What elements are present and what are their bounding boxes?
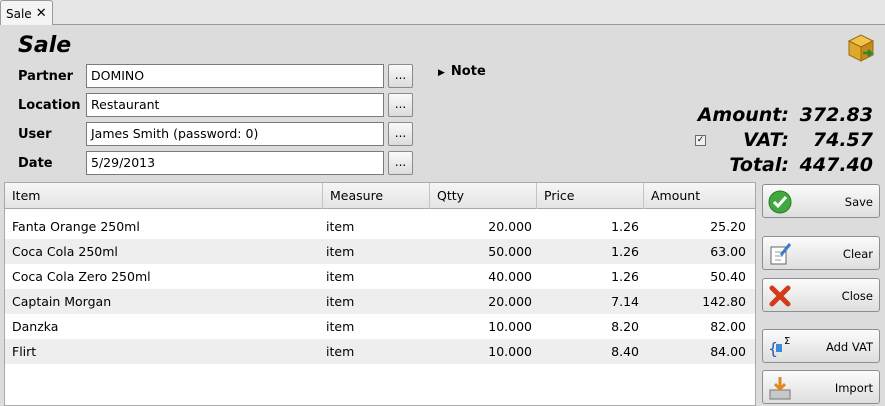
- clear-label: Clear: [842, 247, 873, 261]
- cell-item: Captain Morgan: [12, 294, 112, 309]
- user-field[interactable]: James Smith (password: 0): [86, 122, 384, 146]
- cell-qtty: 40.000: [488, 269, 532, 284]
- cell-amount: 82.00: [710, 319, 746, 334]
- items-table[interactable]: Item Measure Qtty Price Amount Fanta Ora…: [4, 182, 756, 406]
- amount-label: Amount:: [697, 104, 789, 126]
- date-label: Date: [18, 156, 53, 171]
- import-button[interactable]: Import: [762, 370, 880, 404]
- partner-label: Partner: [18, 69, 74, 84]
- cell-item: Coca Cola Zero 250ml: [12, 269, 151, 284]
- table-row[interactable]: Flirt item 10.000 8.40 84.00: [5, 339, 755, 364]
- vat-value: 74.57: [812, 129, 873, 151]
- cell-price: 7.14: [611, 294, 639, 309]
- edit-document-icon: [770, 243, 792, 265]
- close-x-icon: [769, 285, 791, 307]
- column-header-item[interactable]: Item: [5, 183, 323, 209]
- cell-measure: item: [326, 219, 355, 234]
- table-row[interactable]: Captain Morgan item 20.000 7.14 142.80: [5, 289, 755, 314]
- close-label: Close: [841, 289, 873, 303]
- tab-sale[interactable]: Sale ✕: [0, 0, 53, 26]
- amount-value: 372.83: [799, 104, 873, 126]
- location-browse-button[interactable]: ...: [388, 93, 413, 117]
- amount-total: Amount: 372.83: [698, 104, 873, 126]
- table-header: Item Measure Qtty Price Amount: [5, 183, 755, 209]
- cell-item: Coca Cola 250ml: [12, 244, 118, 259]
- cell-measure: item: [326, 294, 355, 309]
- add-vat-button[interactable]: { Σ Add VAT: [762, 329, 880, 363]
- formula-sigma-icon: { Σ: [768, 336, 790, 358]
- table-row[interactable]: Fanta Orange 250ml item 20.000 1.26 25.2…: [5, 214, 755, 239]
- partner-field[interactable]: DOMINO: [86, 64, 384, 88]
- table-row[interactable]: Coca Cola 250ml item 50.000 1.26 63.00: [5, 239, 755, 264]
- tab-label: Sale: [6, 6, 32, 21]
- cell-measure: item: [326, 269, 355, 284]
- cell-qtty: 50.000: [488, 244, 532, 259]
- svg-text:Σ: Σ: [784, 336, 790, 347]
- partner-browse-button[interactable]: ...: [388, 64, 413, 88]
- cell-price: 1.26: [611, 219, 639, 234]
- cell-qtty: 20.000: [488, 219, 532, 234]
- cell-qtty: 20.000: [488, 294, 532, 309]
- checkmark-icon: [768, 190, 792, 214]
- vat-label: VAT:: [743, 129, 789, 151]
- location-field[interactable]: Restaurant: [86, 93, 384, 117]
- save-button[interactable]: Save: [762, 184, 880, 218]
- import-label: Import: [834, 381, 873, 395]
- cell-amount: 142.80: [702, 294, 746, 309]
- cell-price: 1.26: [611, 244, 639, 259]
- user-browse-button[interactable]: ...: [388, 122, 413, 146]
- cell-item: Flirt: [12, 344, 37, 359]
- table-row[interactable]: Danzka item 10.000 8.20 82.00: [5, 314, 755, 339]
- close-icon[interactable]: ✕: [36, 6, 47, 21]
- column-header-measure[interactable]: Measure: [323, 183, 430, 209]
- date-browse-button[interactable]: ...: [388, 151, 413, 175]
- add-vat-label: Add VAT: [825, 340, 873, 354]
- cell-price: 8.40: [611, 344, 639, 359]
- column-header-price[interactable]: Price: [537, 183, 644, 209]
- location-label: Location: [18, 98, 81, 113]
- close-button[interactable]: Close: [762, 278, 880, 312]
- sale-panel: Sale Partner DOMINO ... Location Restaur…: [0, 25, 885, 406]
- cell-amount: 84.00: [710, 344, 746, 359]
- clear-button[interactable]: Clear: [762, 236, 880, 270]
- cell-measure: item: [326, 319, 355, 334]
- cell-qtty: 10.000: [488, 319, 532, 334]
- cell-item: Fanta Orange 250ml: [12, 219, 140, 234]
- cell-amount: 25.20: [710, 219, 746, 234]
- cell-measure: item: [326, 344, 355, 359]
- note-expander[interactable]: ▶ Note: [438, 64, 486, 79]
- triangle-right-icon: ▶: [438, 68, 445, 78]
- tab-bar: Sale ✕: [0, 0, 885, 26]
- cell-amount: 50.40: [710, 269, 746, 284]
- import-icon: [769, 377, 791, 400]
- cell-price: 8.20: [611, 319, 639, 334]
- vat-checkbox[interactable]: ✓: [695, 135, 706, 146]
- package-icon[interactable]: [845, 31, 877, 63]
- column-header-qtty[interactable]: Qtty: [430, 183, 537, 209]
- page-title: Sale: [18, 33, 72, 58]
- cell-item: Danzka: [12, 319, 59, 334]
- cell-qtty: 10.000: [488, 344, 532, 359]
- table-row[interactable]: Coca Cola Zero 250ml item 40.000 1.26 50…: [5, 264, 755, 289]
- cell-amount: 63.00: [710, 244, 746, 259]
- save-label: Save: [844, 195, 873, 209]
- total-label: Total:: [729, 154, 789, 176]
- grand-total: Total: 447.40: [729, 154, 873, 176]
- date-field[interactable]: 5/29/2013: [86, 151, 384, 175]
- user-label: User: [18, 127, 52, 142]
- vat-total: VAT: 74.57: [743, 129, 873, 151]
- cell-price: 1.26: [611, 269, 639, 284]
- column-header-amount[interactable]: Amount: [644, 183, 755, 209]
- total-value: 447.40: [799, 154, 873, 176]
- cell-measure: item: [326, 244, 355, 259]
- note-label: Note: [450, 64, 486, 79]
